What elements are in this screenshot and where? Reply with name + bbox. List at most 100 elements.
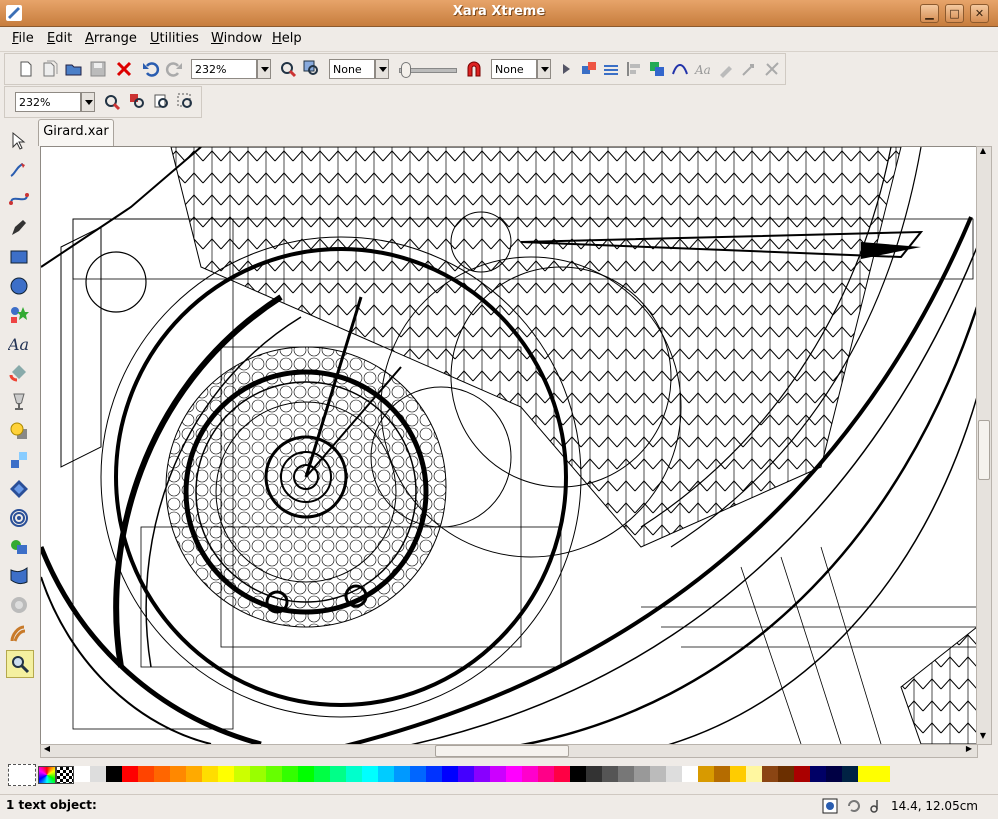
align-icon[interactable] xyxy=(625,60,643,78)
scroll-up-arrow[interactable]: ▲ xyxy=(977,146,989,158)
color-swatch[interactable] xyxy=(298,766,314,782)
snap-dropdown-button[interactable] xyxy=(537,59,551,79)
color-swatch[interactable] xyxy=(538,766,554,782)
bezier-tool-icon[interactable] xyxy=(671,60,689,78)
color-swatch[interactable] xyxy=(362,766,378,782)
color-swatch[interactable] xyxy=(202,766,218,782)
zoom-combo[interactable]: 232% xyxy=(191,59,257,79)
color-swatch[interactable] xyxy=(650,766,666,782)
refresh-status-icon[interactable] xyxy=(846,798,862,814)
color-swatch[interactable] xyxy=(378,766,394,782)
color-swatch[interactable] xyxy=(442,766,458,782)
color-swatch[interactable] xyxy=(410,766,426,782)
color-swatch[interactable] xyxy=(154,766,170,782)
snap-status-icon[interactable] xyxy=(822,798,838,814)
quality-slider-handle[interactable] xyxy=(401,62,411,78)
text-tool[interactable]: Aa xyxy=(6,331,32,357)
color-swatch[interactable] xyxy=(122,766,138,782)
fill-tool[interactable] xyxy=(6,360,32,386)
color-swatch[interactable] xyxy=(330,766,346,782)
brush-icon[interactable] xyxy=(717,60,735,78)
zoom-combo-2[interactable]: 232% xyxy=(15,92,81,112)
color-swatch[interactable] xyxy=(218,766,234,782)
ellipse-tool[interactable] xyxy=(6,273,32,299)
menu-arrange[interactable]: Arrange xyxy=(85,31,137,46)
zoom-page-icon[interactable] xyxy=(153,93,171,111)
color-swatch[interactable] xyxy=(586,766,602,782)
envelope-tool[interactable] xyxy=(6,563,32,589)
color-swatch[interactable] xyxy=(90,766,106,782)
scroll-down-arrow[interactable]: ▼ xyxy=(977,731,989,743)
vertical-scroll-thumb[interactable] xyxy=(978,420,990,480)
new-template-icon[interactable] xyxy=(41,60,59,78)
combine-shapes-icon[interactable] xyxy=(648,60,666,78)
move-icon[interactable] xyxy=(740,60,758,78)
menu-edit[interactable]: Edit xyxy=(47,31,72,46)
color-swatch[interactable] xyxy=(602,766,618,782)
snap-magnet-icon[interactable] xyxy=(465,60,483,78)
zoom-selected-icon[interactable] xyxy=(129,93,147,111)
color-swatch[interactable] xyxy=(554,766,570,782)
color-swatch[interactable] xyxy=(778,766,794,782)
color-swatch[interactable] xyxy=(714,766,730,782)
quality-dropdown-button[interactable] xyxy=(375,59,389,79)
group-icon[interactable] xyxy=(580,60,598,78)
color-swatch[interactable] xyxy=(106,766,122,782)
bevel-tool[interactable] xyxy=(6,476,32,502)
quickshape-tool[interactable] xyxy=(6,302,32,328)
scroll-left-arrow[interactable]: ◀ xyxy=(41,744,53,756)
color-swatch[interactable] xyxy=(682,766,698,782)
color-swatch[interactable] xyxy=(522,766,538,782)
color-swatch[interactable] xyxy=(474,766,490,782)
color-swatch[interactable] xyxy=(858,766,874,782)
pen-tool[interactable] xyxy=(6,215,32,241)
shape-editor-tool[interactable] xyxy=(6,186,32,212)
save-icon[interactable] xyxy=(89,60,107,78)
zoom-previous-icon[interactable] xyxy=(103,93,121,111)
transparency-tool[interactable] xyxy=(6,389,32,415)
color-editor-icon[interactable] xyxy=(38,766,56,784)
color-swatch[interactable] xyxy=(874,766,890,782)
delete-icon[interactable] xyxy=(115,60,133,78)
text-style-icon[interactable]: Aa xyxy=(694,60,712,78)
live-effects-tool[interactable] xyxy=(6,592,32,618)
color-swatch[interactable] xyxy=(826,766,842,782)
selector-tool[interactable] xyxy=(6,128,32,154)
color-swatch[interactable] xyxy=(426,766,442,782)
menu-file[interactable]: File xyxy=(12,31,34,46)
zoom-tool[interactable] xyxy=(6,650,34,678)
color-swatch[interactable] xyxy=(730,766,746,782)
menu-help[interactable]: Help xyxy=(272,31,302,46)
color-swatch[interactable] xyxy=(634,766,650,782)
color-swatch[interactable] xyxy=(794,766,810,782)
redo-icon[interactable] xyxy=(165,60,183,78)
color-swatch[interactable] xyxy=(170,766,186,782)
color-swatch[interactable] xyxy=(346,766,362,782)
arrow-right-icon[interactable] xyxy=(558,60,576,78)
minimize-button[interactable]: ▁ xyxy=(920,4,939,23)
zoom-spread-icon[interactable] xyxy=(177,93,195,111)
color-swatch[interactable] xyxy=(266,766,282,782)
no-color-swatch[interactable] xyxy=(8,764,36,786)
color-swatch[interactable] xyxy=(762,766,778,782)
horizontal-scroll-thumb[interactable] xyxy=(435,745,569,757)
color-swatch[interactable] xyxy=(394,766,410,782)
color-swatch[interactable] xyxy=(506,766,522,782)
menu-utilities[interactable]: Utilities xyxy=(150,31,199,46)
mould-tool[interactable] xyxy=(6,534,32,560)
transparent-swatch[interactable] xyxy=(56,766,74,784)
color-swatch[interactable] xyxy=(314,766,330,782)
color-swatch[interactable] xyxy=(138,766,154,782)
freehand-tool[interactable] xyxy=(6,157,32,183)
quality-combo[interactable]: None xyxy=(329,59,375,79)
shadow-tool[interactable] xyxy=(6,418,32,444)
zoom-previous-icon[interactable] xyxy=(279,60,297,78)
color-swatch[interactable] xyxy=(250,766,266,782)
scroll-right-arrow[interactable]: ▶ xyxy=(963,744,975,756)
document-tab[interactable]: Girard.xar xyxy=(38,119,114,146)
blend-tool[interactable] xyxy=(6,447,32,473)
snap-combo[interactable]: None xyxy=(491,59,537,79)
zoom-dropdown-button[interactable] xyxy=(257,59,271,79)
transform-icon[interactable] xyxy=(763,60,781,78)
color-swatch[interactable] xyxy=(186,766,202,782)
